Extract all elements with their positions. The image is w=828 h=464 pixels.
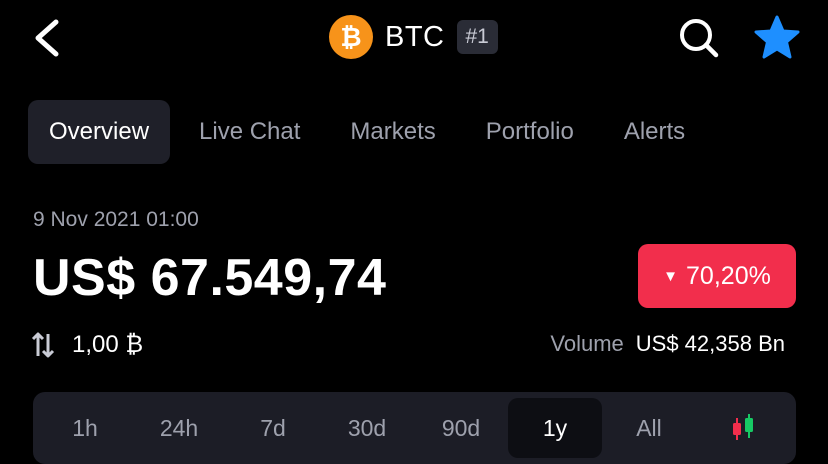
bitcoin-logo-icon: ₿ <box>329 15 373 59</box>
time-range-selector: 1h 24h 7d 30d 90d 1y All <box>33 392 796 464</box>
range-1h[interactable]: 1h <box>38 398 132 458</box>
holding-row[interactable]: 1,00 ₿ <box>30 328 143 362</box>
range-30d[interactable]: 30d <box>320 398 414 458</box>
range-all[interactable]: All <box>602 398 696 458</box>
candlestick-icon <box>733 414 753 440</box>
range-24h[interactable]: 24h <box>132 398 226 458</box>
rank-badge: #1 <box>456 20 498 54</box>
range-7d[interactable]: 7d <box>226 398 320 458</box>
search-icon <box>680 19 719 58</box>
chart-type-toggle[interactable] <box>696 398 790 458</box>
tab-overview[interactable]: Overview <box>28 100 171 164</box>
star-icon <box>754 15 800 59</box>
holding-amount: 1,00 ₿ <box>72 331 144 358</box>
back-button[interactable] <box>28 14 72 62</box>
favorite-button[interactable] <box>752 14 802 62</box>
tab-alerts[interactable]: Alerts <box>603 100 706 164</box>
range-90d[interactable]: 90d <box>414 398 508 458</box>
tab-bar: Overview Live Chat Markets Portfolio Ale… <box>28 100 714 164</box>
search-button[interactable] <box>676 14 722 60</box>
volume-info: Volume US$ 42,358 Bn <box>550 331 785 357</box>
swap-arrows-icon <box>31 332 55 358</box>
range-1y[interactable]: 1y <box>508 398 602 458</box>
coin-symbol: BTC <box>385 20 445 53</box>
triangle-down-icon: ▼ <box>663 267 679 285</box>
tab-portfolio[interactable]: Portfolio <box>465 100 595 164</box>
current-price: US$ 67.549,74 <box>33 249 387 307</box>
tab-live-chat[interactable]: Live Chat <box>178 100 321 164</box>
volume-value: US$ 42,358 Bn <box>635 331 785 356</box>
price-timestamp: 9 Nov 2021 01:00 <box>33 208 199 231</box>
price-change-value: 70,20% <box>686 261 771 290</box>
volume-label: Volume <box>550 331 624 356</box>
tab-markets[interactable]: Markets <box>329 100 456 164</box>
chevron-left-icon <box>35 19 59 57</box>
price-change-badge: ▼ 70,20% <box>638 244 796 308</box>
coin-header: ₿ BTC #1 <box>329 15 498 59</box>
svg-text:₿: ₿ <box>340 23 361 53</box>
